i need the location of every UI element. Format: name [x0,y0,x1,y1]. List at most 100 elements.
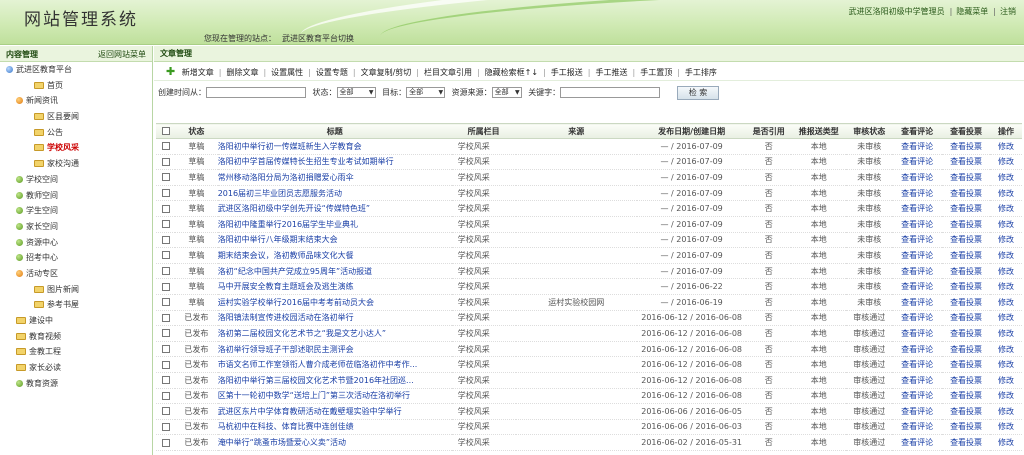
view-comments-link[interactable]: 查看评论 [892,372,943,389]
edit-link[interactable]: 修改 [990,325,1022,342]
title-link[interactable]: 洛初“纪念中国共产党成立95周年”活动报道 [217,263,452,280]
keyword-input[interactable] [560,87,661,98]
sidebar-item[interactable]: 参考书屋 [0,297,152,313]
title-link[interactable]: 马中开展安全教育主题班会及逃生演练 [217,278,452,295]
sidebar-item[interactable]: 家校沟通 [0,156,152,172]
back-to-menu-link[interactable]: 返回网站菜单 [98,49,146,60]
edit-link[interactable]: 修改 [990,310,1022,327]
view-comments-link[interactable]: 查看评论 [892,434,943,451]
toolbar-item-5[interactable]: 栏目文章引用 [424,68,472,77]
edit-link[interactable]: 修改 [990,419,1022,436]
edit-link[interactable]: 修改 [990,403,1022,420]
current-user[interactable]: 武进区洛阳初级中学管理员 [849,7,945,16]
edit-link[interactable]: 修改 [990,185,1022,202]
view-comments-link[interactable]: 查看评论 [892,200,943,217]
edit-link[interactable]: 修改 [990,154,1022,171]
sidebar-item[interactable]: 学生空间 [0,203,152,219]
title-link[interactable]: 洛阳初中学首届传媒特长生招生专业考试如期举行 [217,154,452,171]
view-votes-link[interactable]: 查看投票 [942,356,990,373]
sidebar-item[interactable]: 金教工程 [0,344,152,360]
sidebar-item[interactable]: 资源中心 [0,235,152,251]
toolbar-item-1[interactable]: 删除文章 [226,68,258,77]
title-link[interactable]: 区第十一轮初中数学“送培上门”第三次活动在洛初举行 [217,388,452,405]
sidebar-item[interactable]: 家长必读 [0,360,152,376]
sidebar-item[interactable]: 建设中 [0,313,152,329]
row-checkbox[interactable] [161,142,170,151]
add-icon[interactable]: ✚ [166,65,175,78]
sidebar-item[interactable]: 教育资源 [0,376,152,392]
source-select[interactable]: 全部 ▼ [491,87,522,98]
row-checkbox[interactable] [161,220,170,229]
sidebar-item[interactable]: 区县要闻 [0,109,152,125]
logout-link[interactable]: 注销 [1000,7,1016,16]
sidebar-item[interactable]: 首页 [0,78,152,94]
view-votes-link[interactable]: 查看投票 [942,138,990,155]
title-link[interactable]: 武进区洛阳初级中学创先开设“传媒特色班” [217,200,452,217]
title-link[interactable]: 2016届初三毕业团员志愿服务活动 [217,185,452,202]
row-checkbox[interactable] [161,407,170,416]
view-comments-link[interactable]: 查看评论 [892,341,943,358]
sidebar-item[interactable]: 新闻资讯 [0,93,152,109]
title-link[interactable]: 马杭初中在科技、体育比赛中连创佳绩 [217,419,452,436]
row-checkbox[interactable] [161,189,170,198]
sidebar-item[interactable]: 活动专区 [0,266,152,282]
view-votes-link[interactable]: 查看投票 [942,341,990,358]
edit-link[interactable]: 修改 [990,200,1022,217]
view-comments-link[interactable]: 查看评论 [892,278,943,295]
view-comments-link[interactable]: 查看评论 [892,169,943,186]
hide-menu-link[interactable]: 隐藏菜单 [956,7,988,16]
row-checkbox[interactable] [161,173,170,182]
search-button[interactable]: 检 索 [676,85,720,100]
edit-link[interactable]: 修改 [990,247,1022,264]
sidebar-item[interactable]: 武进区教育平台 [0,62,152,78]
view-votes-link[interactable]: 查看投票 [942,278,990,295]
title-link[interactable]: 常州移动洛阳分局为洛初捐赠爱心雨伞 [217,169,452,186]
title-link[interactable]: 洛阳初中举行八年级期末结束大会 [217,232,452,249]
toolbar-item-8[interactable]: 手工推送 [596,68,628,77]
edit-link[interactable]: 修改 [990,216,1022,233]
view-votes-link[interactable]: 查看投票 [942,388,990,405]
view-votes-link[interactable]: 查看投票 [942,434,990,451]
row-checkbox[interactable] [161,267,170,276]
view-votes-link[interactable]: 查看投票 [942,325,990,342]
toolbar-item-10[interactable]: 手工排序 [685,68,717,77]
title-link[interactable]: 期末结束会议，洛初教师品味文化大餐 [217,247,452,264]
view-comments-link[interactable]: 查看评论 [892,325,943,342]
sidebar-item[interactable]: 学校空间 [0,172,152,188]
select-all-checkbox[interactable] [161,127,170,135]
title-link[interactable]: 淹中举行“跳蚤市场暨爱心义卖”活动 [217,434,452,451]
row-checkbox[interactable] [161,422,170,431]
edit-link[interactable]: 修改 [990,138,1022,155]
sidebar-item[interactable]: 家长空间 [0,219,152,235]
toolbar-item-3[interactable]: 设置专题 [316,68,348,77]
row-checkbox[interactable] [161,282,170,291]
toolbar-item-2[interactable]: 设置属性 [271,68,303,77]
sidebar-item[interactable]: 公告 [0,125,152,141]
title-link[interactable]: 洛阳初中举行初一传媒班新生入学教育会 [217,138,452,155]
toolbar-item-6[interactable]: 隐藏检索框↑↓ [485,68,538,77]
title-link[interactable]: 洛阳镇法制宣传进校园活动在洛初举行 [217,310,452,327]
toolbar-item-9[interactable]: 手工置顶 [640,68,672,77]
view-comments-link[interactable]: 查看评论 [892,154,943,171]
title-link[interactable]: 洛初举行领导班子干部述职民主测评会 [217,341,452,358]
title-link[interactable]: 洛阳初中隆重举行2016届学生毕业典礼 [217,216,452,233]
target-select[interactable]: 全部 ▼ [406,87,446,98]
view-votes-link[interactable]: 查看投票 [942,403,990,420]
title-link[interactable]: 武进区东片中学体育教研活动在戴壁堰实验中学举行 [217,403,452,420]
view-comments-link[interactable]: 查看评论 [892,263,943,280]
row-checkbox[interactable] [161,329,170,338]
view-votes-link[interactable]: 查看投票 [942,232,990,249]
edit-link[interactable]: 修改 [990,356,1022,373]
title-link[interactable]: 运村实验学校举行2016届中考考前动员大会 [217,294,452,311]
view-comments-link[interactable]: 查看评论 [892,310,943,327]
row-checkbox[interactable] [161,391,170,400]
sidebar-item[interactable]: 招考中心 [0,250,152,266]
view-votes-link[interactable]: 查看投票 [942,263,990,280]
sidebar-item[interactable]: 学校风采 [0,140,152,156]
view-comments-link[interactable]: 查看评论 [892,388,943,405]
sidebar-item[interactable]: 教育视频 [0,329,152,345]
status-select[interactable]: 全部 ▼ [336,87,376,98]
view-comments-link[interactable]: 查看评论 [892,232,943,249]
row-checkbox[interactable] [161,251,170,260]
view-votes-link[interactable]: 查看投票 [942,372,990,389]
